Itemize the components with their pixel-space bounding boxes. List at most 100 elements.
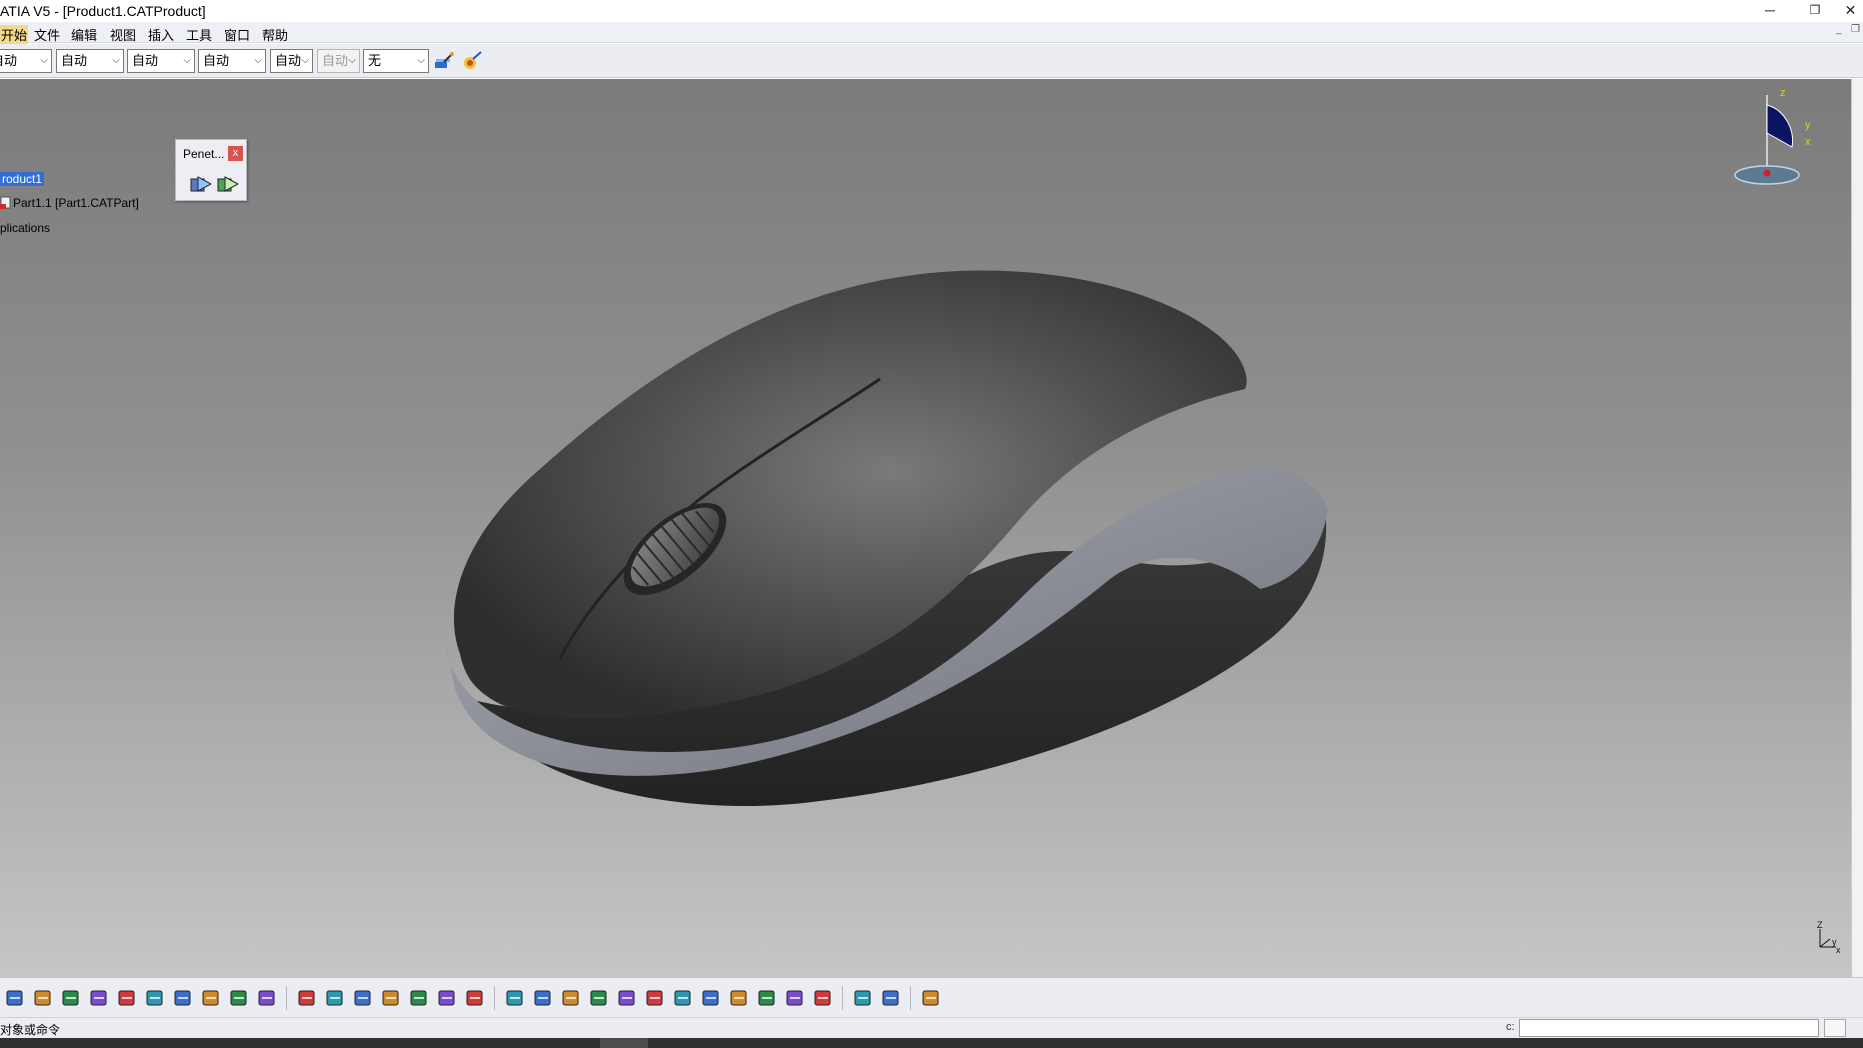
- layer-combo[interactable]: 无 ⌵: [363, 49, 429, 73]
- mdi-restore-icon[interactable]: ❐: [1851, 24, 1860, 35]
- triad-z-label: Z: [1817, 920, 1823, 930]
- tree-node-part[interactable]: Part1.1 [Part1.CATPart]: [0, 196, 139, 210]
- triad-x-label: x: [1836, 945, 1841, 955]
- minimize-button[interactable]: ─: [1748, 0, 1792, 22]
- close-button[interactable]: ✕: [1838, 0, 1863, 22]
- menu-start[interactable]: 开始: [0, 25, 29, 44]
- catia-window: ATIA V5 - [Product1.CATProduct] ─ ❐ ✕ 开始…: [0, 0, 1863, 1048]
- status-bar: 对象或命令 c:: [0, 1017, 1863, 1038]
- fit-all-icon[interactable]: [532, 987, 554, 1009]
- 3d-viewport[interactable]: roduct1 Part1.1 [Part1.CATPart] plicatio…: [0, 79, 1851, 977]
- print-icon[interactable]: [88, 987, 110, 1009]
- tree-root-product[interactable]: roduct1: [0, 172, 45, 186]
- undo-icon[interactable]: [200, 987, 222, 1009]
- toolbar-separator: [286, 986, 287, 1010]
- tree-node-applications[interactable]: plications: [0, 221, 50, 235]
- command-input[interactable]: [1519, 1019, 1819, 1037]
- taskbar-item[interactable]: [600, 1038, 648, 1048]
- product-structure-icon[interactable]: [464, 987, 486, 1009]
- compass-y-label: y: [1805, 119, 1810, 131]
- open-icon[interactable]: [32, 987, 54, 1009]
- menu-tools[interactable]: 工具: [186, 25, 212, 44]
- multi-view-icon[interactable]: [700, 987, 722, 1009]
- tree-expand-icon[interactable]: [408, 987, 430, 1009]
- table-icon[interactable]: [380, 987, 402, 1009]
- chevron-down-icon: ⌵: [301, 55, 309, 66]
- compass-icon[interactable]: z y x: [1700, 85, 1810, 185]
- window-title: ATIA V5 - [Product1.CATProduct]: [0, 3, 206, 19]
- line-thickness-combo[interactable]: 自动 ⌵: [127, 49, 195, 73]
- chevron-down-icon: ⌵: [183, 55, 191, 66]
- whats-this-icon[interactable]: [256, 987, 278, 1009]
- transparency-combo-value: 自动: [61, 53, 88, 68]
- palette-title: Penet...: [183, 147, 225, 161]
- formula-icon[interactable]: [296, 987, 318, 1009]
- menu-view[interactable]: 视图: [110, 25, 136, 44]
- menu-edit[interactable]: 编辑: [71, 25, 97, 44]
- swap-space-icon[interactable]: [812, 987, 834, 1009]
- menu-file[interactable]: 文件: [34, 25, 60, 44]
- redo-icon[interactable]: [228, 987, 250, 1009]
- palette-close-button[interactable]: x: [228, 146, 243, 161]
- penetration-result-icon[interactable]: [217, 173, 240, 195]
- iso-view-icon[interactable]: [728, 987, 750, 1009]
- graphic-properties-icon[interactable]: [460, 49, 484, 73]
- new-icon[interactable]: [4, 987, 26, 1009]
- menu-help[interactable]: 帮助: [262, 25, 288, 44]
- analyze-icon[interactable]: [852, 987, 874, 1009]
- toolbar-separator: [910, 986, 911, 1010]
- painter-brush-icon[interactable]: [432, 49, 456, 73]
- sectioning-icon[interactable]: [880, 987, 902, 1009]
- line-type-combo[interactable]: 自动 ⌵: [198, 49, 266, 73]
- rotate-icon[interactable]: [588, 987, 610, 1009]
- command-label: c:: [1506, 1021, 1515, 1033]
- compass-z-label: z: [1780, 87, 1786, 99]
- color-combo-value: 自动: [0, 53, 18, 68]
- line-type-combo-value: 自动: [203, 53, 230, 68]
- right-toolbar-strip: [1851, 79, 1863, 977]
- taskbar-strip: [0, 1038, 1863, 1048]
- copy-icon[interactable]: [144, 987, 166, 1009]
- cut-icon[interactable]: [116, 987, 138, 1009]
- point-symbol-combo-value: 自动: [275, 53, 302, 68]
- color-combo[interactable]: 自动 ⌵: [0, 49, 52, 73]
- normal-view-icon[interactable]: [672, 987, 694, 1009]
- zoom-in-icon[interactable]: [616, 987, 638, 1009]
- shading-icon[interactable]: [756, 987, 778, 1009]
- line-thickness-combo-value: 自动: [132, 53, 159, 68]
- menu-bar: 开始 文件 编辑 视图 插入 工具 窗口 帮助 _ ❐: [0, 22, 1863, 44]
- save-icon[interactable]: [60, 987, 82, 1009]
- menu-insert[interactable]: 插入: [148, 25, 174, 44]
- chevron-down-icon: ⌵: [40, 55, 48, 66]
- comment-icon[interactable]: [324, 987, 346, 1009]
- graphic-properties-toolbar: 自动⌵ 自动⌵ 自动⌵ 自动⌵ 自动⌵ 自动⌵ 无⌵: [0, 44, 1863, 78]
- standard-toolbar: [0, 977, 1863, 1017]
- hide-show-icon[interactable]: [784, 987, 806, 1009]
- axis-triad-icon: Z y x: [1817, 920, 1841, 955]
- status-message: 对象或命令: [0, 1023, 61, 1037]
- mouse-3d-model[interactable]: [0, 79, 1851, 977]
- title-bar: ATIA V5 - [Product1.CATProduct] ─ ❐ ✕: [0, 0, 1863, 22]
- rendering-style-combo[interactable]: 自动 ⌵: [317, 49, 360, 73]
- chevron-down-icon: ⌵: [348, 55, 356, 66]
- menu-window[interactable]: 窗口: [224, 25, 250, 44]
- chevron-down-icon: ⌵: [112, 55, 120, 66]
- penetration-icon[interactable]: [190, 173, 213, 195]
- paste-icon[interactable]: [172, 987, 194, 1009]
- restore-button[interactable]: ❐: [1793, 0, 1837, 22]
- knowledge-icon[interactable]: [352, 987, 374, 1009]
- pan-icon[interactable]: [560, 987, 582, 1009]
- fly-mode-icon[interactable]: [504, 987, 526, 1009]
- transparency-combo[interactable]: 自动 ⌵: [56, 49, 124, 73]
- chevron-down-icon: ⌵: [417, 55, 425, 66]
- chevron-down-icon: ⌵: [254, 55, 262, 66]
- catalog-icon[interactable]: [436, 987, 458, 1009]
- capture-icon[interactable]: [920, 987, 942, 1009]
- point-symbol-combo[interactable]: 自动 ⌵: [270, 49, 313, 73]
- toolbar-separator: [494, 986, 495, 1010]
- command-button[interactable]: [1824, 1019, 1846, 1037]
- zoom-out-icon[interactable]: [644, 987, 666, 1009]
- compass-x-label: x: [1805, 136, 1810, 148]
- layer-combo-value: 无: [368, 53, 382, 68]
- mdi-minimize-icon[interactable]: _: [1836, 24, 1842, 35]
